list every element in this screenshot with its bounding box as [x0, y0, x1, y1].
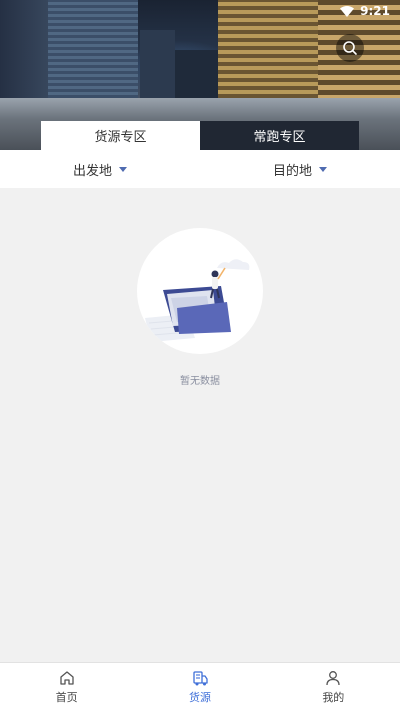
nav-item-home[interactable]: 首页 [0, 663, 133, 710]
caret-down-icon [119, 167, 127, 172]
status-bar: 9:21 [340, 0, 400, 22]
tab-label: 货源专区 [94, 130, 147, 145]
empty-state: 暂无数据 [0, 228, 400, 387]
nav-item-label: 货源 [188, 690, 211, 704]
wifi-icon [340, 5, 355, 17]
empty-message: 暂无数据 [180, 376, 220, 387]
bottom-navigation: 首页 货源 我的 [0, 662, 400, 710]
home-icon [60, 670, 74, 685]
destination-filter-label: 目的地 [272, 163, 312, 179]
nav-item-cargo[interactable]: 货源 [133, 663, 266, 710]
origin-filter[interactable]: 出发地 [0, 150, 200, 188]
nav-item-label: 首页 [55, 690, 78, 704]
nav-item-profile[interactable]: 我的 [267, 663, 400, 710]
search-icon [343, 41, 357, 55]
zone-tabs: 货源专区 常跑专区 [41, 121, 359, 150]
destination-filter[interactable]: 目的地 [200, 150, 400, 188]
status-time: 9:21 [360, 4, 390, 18]
tab-regular-route-zone[interactable]: 常跑专区 [200, 121, 359, 150]
nav-item-label: 我的 [322, 690, 345, 704]
empty-folder-illustration [137, 228, 263, 354]
origin-filter-label: 出发地 [72, 163, 112, 179]
filter-bar: 出发地 目的地 [0, 150, 400, 188]
tab-cargo-zone[interactable]: 货源专区 [41, 121, 200, 150]
caret-down-icon [319, 167, 327, 172]
user-icon [326, 670, 340, 685]
search-button[interactable] [336, 34, 364, 62]
truck-icon [193, 670, 208, 685]
tab-label: 常跑专区 [253, 130, 306, 145]
